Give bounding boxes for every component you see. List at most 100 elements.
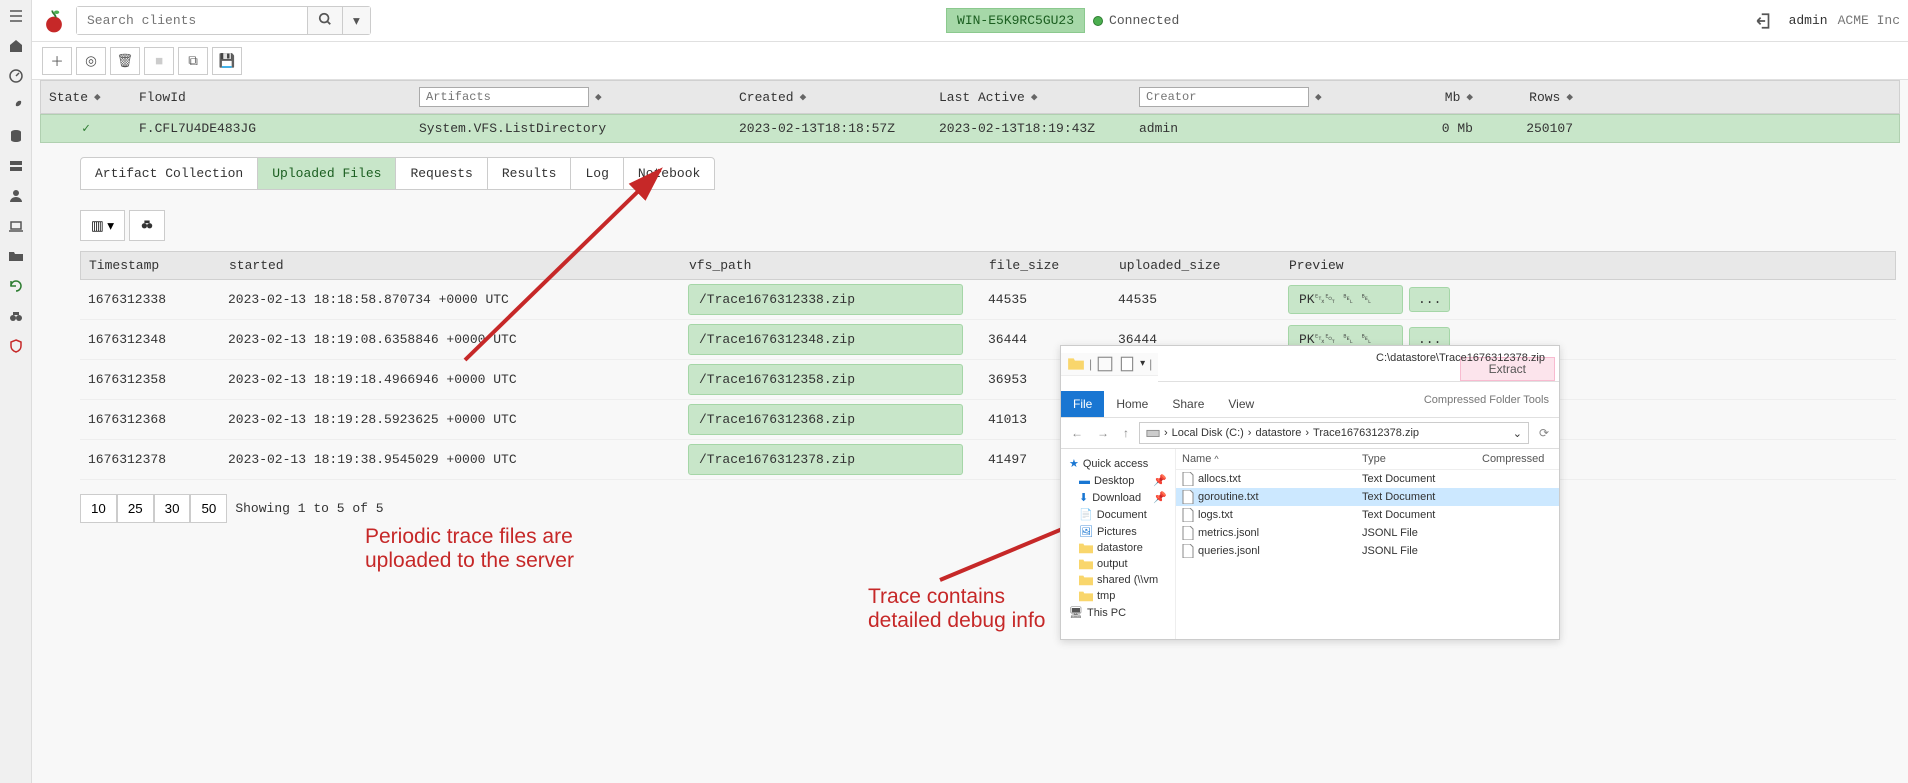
filecol-type[interactable]: Type: [1356, 449, 1476, 469]
col-creator[interactable]: ◆: [1131, 81, 1411, 113]
started-cell: 2023-02-13 18:19:38.9545029 +0000 UTC: [220, 448, 680, 471]
binoculars-icon[interactable]: [8, 308, 24, 324]
user-icon[interactable]: [8, 188, 24, 204]
folder-open-icon[interactable]: [8, 248, 24, 264]
tree-output[interactable]: output: [1065, 556, 1171, 572]
ribbon-tab-file[interactable]: File: [1061, 391, 1104, 417]
tree-pictures[interactable]: 🖼Pictures: [1065, 523, 1171, 540]
search-input[interactable]: [77, 7, 307, 34]
filecol-name[interactable]: Name ^: [1176, 449, 1356, 469]
tree-thispc[interactable]: 🖥This PC: [1065, 604, 1171, 621]
ribbon-tab-share[interactable]: Share: [1160, 391, 1216, 417]
drive-icon: [1146, 426, 1160, 440]
tree-documents[interactable]: 📄Document: [1065, 506, 1171, 523]
tab-uploaded-files[interactable]: Uploaded Files: [258, 158, 396, 189]
file-row[interactable]: queries.jsonl JSONL File: [1176, 542, 1559, 560]
search-button[interactable]: [307, 7, 342, 34]
annotation-2: Trace contains detailed debug info: [868, 585, 1046, 633]
annotation-1: Periodic trace files are uploaded to the…: [365, 525, 574, 573]
nav-back-icon[interactable]: ←: [1067, 426, 1087, 440]
col-timestamp[interactable]: Timestamp: [81, 252, 221, 279]
ts-cell: 1676312358: [80, 368, 220, 391]
tree-desktop[interactable]: ▬Desktop📌: [1065, 472, 1171, 489]
connection-label: Connected: [1109, 13, 1179, 28]
file-row[interactable]: goroutine.txt Text Document: [1176, 488, 1559, 506]
vfs-path-badge[interactable]: /Trace1676312368.zip: [688, 404, 963, 435]
find-button[interactable]: [129, 210, 165, 241]
tree-download[interactable]: ⬇Download📌: [1065, 489, 1171, 506]
artifacts-filter-input[interactable]: [419, 87, 589, 107]
new-button[interactable]: ＋: [42, 47, 72, 75]
page-size-10[interactable]: 10: [80, 494, 117, 523]
tree-tmp[interactable]: tmp: [1065, 588, 1171, 604]
app-logo-icon: [40, 7, 68, 35]
preview-badge: PK␃␄ ␇ ␇: [1288, 285, 1403, 314]
upload-row[interactable]: 1676312348 2023-02-13 18:19:08.6358846 +…: [80, 320, 1896, 360]
vfs-path-badge[interactable]: /Trace1676312358.zip: [688, 364, 963, 395]
menu-icon[interactable]: [8, 8, 24, 24]
tree-datastore[interactable]: datastore: [1065, 540, 1171, 556]
delete-button[interactable]: 🗑: [110, 47, 140, 75]
col-filesize[interactable]: file_size: [981, 252, 1111, 279]
page-size-30[interactable]: 30: [154, 494, 191, 523]
upload-row[interactable]: 1676312358 2023-02-13 18:19:18.4966946 +…: [80, 360, 1896, 400]
database-icon[interactable]: [8, 128, 24, 144]
ts-cell: 1676312368: [80, 408, 220, 431]
preview-more-button[interactable]: ...: [1409, 287, 1450, 312]
flowid-cell: F.CFL7U4DE483JG: [131, 115, 411, 142]
left-rail: [0, 0, 32, 783]
collection-row[interactable]: ✓ F.CFL7U4DE483JG System.VFS.ListDirecto…: [40, 114, 1900, 143]
columns-button[interactable]: ▥ ▾: [80, 210, 125, 241]
col-vfspath[interactable]: vfs_path: [681, 252, 981, 279]
col-mb[interactable]: Mb◆: [1411, 84, 1481, 111]
col-flowid[interactable]: FlowId: [131, 84, 411, 111]
file-row[interactable]: metrics.jsonl JSONL File: [1176, 524, 1559, 542]
logout-icon[interactable]: [1755, 12, 1773, 30]
arrow-icon: [455, 160, 675, 370]
gauge-icon[interactable]: [8, 68, 24, 84]
col-state[interactable]: State◆: [41, 84, 131, 111]
col-created[interactable]: Created◆: [731, 84, 931, 111]
col-preview[interactable]: Preview: [1281, 252, 1481, 279]
server-icon[interactable]: [8, 158, 24, 174]
tree-quick-access[interactable]: ★Quick access: [1065, 455, 1171, 472]
filecol-compressed[interactable]: Compressed: [1476, 449, 1556, 469]
history-icon[interactable]: [8, 278, 24, 294]
vfs-path-badge[interactable]: /Trace1676312338.zip: [688, 284, 963, 315]
nav-forward-icon[interactable]: →: [1093, 426, 1113, 440]
explorer-files: Name ^ Type Compressed allocs.txt Text D…: [1176, 449, 1559, 639]
nav-up-icon[interactable]: ↑: [1119, 426, 1133, 440]
page-size-50[interactable]: 50: [190, 494, 227, 523]
col-uploadedsize[interactable]: uploaded_size: [1111, 252, 1281, 279]
tree-shared[interactable]: shared (\\vm: [1065, 572, 1171, 588]
wrench-icon[interactable]: [8, 98, 24, 114]
uploads-table: Timestamp started vfs_path file_size upl…: [80, 251, 1896, 480]
col-lastactive[interactable]: Last Active◆: [931, 84, 1131, 111]
shield-icon[interactable]: [8, 338, 24, 354]
file-icon: [1182, 508, 1194, 522]
save-button[interactable]: 💾: [212, 47, 242, 75]
ribbon-tab-view[interactable]: View: [1216, 391, 1266, 417]
search-dropdown-button[interactable]: ▾: [342, 7, 370, 34]
laptop-icon[interactable]: [8, 218, 24, 234]
vfs-path-badge[interactable]: /Trace1676312348.zip: [688, 324, 963, 355]
home-icon[interactable]: [8, 38, 24, 54]
upload-row[interactable]: 1676312338 2023-02-13 18:18:58.870734 +0…: [80, 280, 1896, 320]
copy-button[interactable]: ⧉: [178, 47, 208, 75]
refresh-icon[interactable]: ⟳: [1535, 426, 1553, 440]
col-rows[interactable]: Rows◆: [1481, 84, 1581, 111]
file-row[interactable]: logs.txt Text Document: [1176, 506, 1559, 524]
target-button[interactable]: ◎: [76, 47, 106, 75]
ribbon-tab-home[interactable]: Home: [1104, 391, 1160, 417]
checkbox-icon: [1096, 355, 1114, 373]
breadcrumb[interactable]: › Local Disk (C:) › datastore › Trace167…: [1139, 422, 1529, 444]
tab-artifact-collection[interactable]: Artifact Collection: [81, 158, 258, 189]
file-row[interactable]: allocs.txt Text Document: [1176, 470, 1559, 488]
upload-row[interactable]: 1676312368 2023-02-13 18:19:28.5923625 +…: [80, 400, 1896, 440]
filesize-cell: 44535: [980, 288, 1110, 311]
page-size-25[interactable]: 25: [117, 494, 154, 523]
check-icon: ✓: [41, 115, 131, 142]
creator-filter-input[interactable]: [1139, 87, 1309, 107]
vfs-path-badge[interactable]: /Trace1676312378.zip: [688, 444, 963, 475]
col-artifacts[interactable]: ◆: [411, 81, 731, 113]
